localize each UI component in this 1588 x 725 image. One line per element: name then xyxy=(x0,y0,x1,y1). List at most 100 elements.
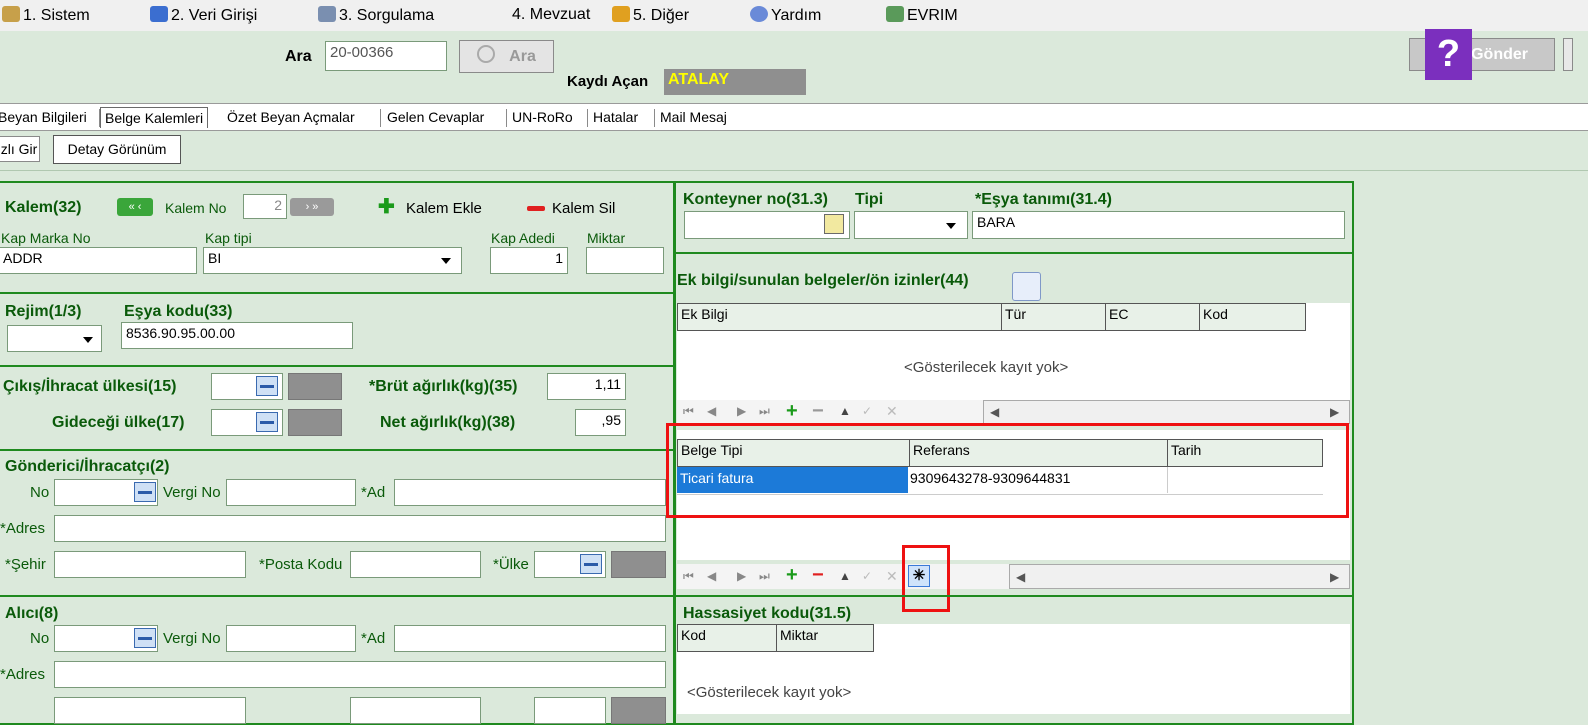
toolbar-extra-button[interactable] xyxy=(1563,38,1573,71)
scroll-left-icon[interactable]: ◀ xyxy=(990,405,999,419)
gonderici-adres-input[interactable] xyxy=(54,515,666,542)
subtab-hizli-gir[interactable]: zlı Gir xyxy=(0,136,40,162)
kalem-sil-button[interactable]: Kalem Sil xyxy=(552,200,615,217)
tab-un-roro[interactable]: UN-RoRo xyxy=(508,107,577,127)
menu-yardim[interactable]: Yardım xyxy=(750,6,821,25)
rejim-label: Rejim(1/3) xyxy=(5,303,82,320)
kalem-title: Kalem(32) xyxy=(5,199,82,216)
menu-sorgulama[interactable]: 3. Sorgulama xyxy=(318,6,434,25)
check-icon[interactable]: ✓ xyxy=(862,404,872,418)
scroll-left-icon[interactable]: ◀ xyxy=(1016,570,1025,584)
col-ek-bilgi[interactable]: Ek Bilgi xyxy=(677,303,1002,331)
kalem-no-input[interactable]: 2 xyxy=(243,194,287,219)
kap-tipi-select[interactable]: BI xyxy=(203,247,462,274)
tab-gelen-cevaplar[interactable]: Gelen Cevaplar xyxy=(383,107,488,127)
lookup-icon[interactable] xyxy=(134,482,156,502)
ekbilgi-scrollbar[interactable] xyxy=(983,400,1350,424)
belge-scrollbar[interactable] xyxy=(1009,564,1350,589)
add-record-icon[interactable]: + xyxy=(786,400,798,423)
kalem-prev-icon[interactable]: « ‹ xyxy=(117,198,153,216)
subtab-detay-gorunum[interactable]: Detay Görünüm xyxy=(53,135,181,164)
esya-tanimi-input[interactable]: BARA xyxy=(972,211,1345,239)
col-hassasiyet-miktar[interactable]: Miktar xyxy=(776,624,874,652)
kap-marka-input[interactable]: ADDR xyxy=(0,247,197,274)
minus-icon xyxy=(527,206,545,211)
esya-kodu-label: Eşya kodu(33) xyxy=(124,303,233,320)
up-icon[interactable]: ▲ xyxy=(839,404,851,418)
gonderici-posta-input[interactable] xyxy=(350,551,481,578)
gonderici-sehir-input[interactable] xyxy=(54,551,246,578)
search-button[interactable]: Ara xyxy=(459,40,554,73)
alici-vergi-label: Vergi No xyxy=(163,630,221,647)
kalem-panel xyxy=(0,181,676,294)
gidecegi-ulke-label: Gideceği ülke(17) xyxy=(52,414,185,431)
net-agirlik-input[interactable]: ,95 xyxy=(575,409,626,436)
cancel-icon[interactable]: ✕ xyxy=(886,403,898,420)
esya-kodu-input[interactable]: 8536.90.95.00.00 xyxy=(121,322,353,349)
search-label: Ara xyxy=(285,48,312,65)
gonderici-vergi-input[interactable] xyxy=(226,479,356,506)
next-record-icon[interactable]: ▶ xyxy=(737,404,746,418)
tab-ozet-beyan[interactable]: Özet Beyan Açmalar xyxy=(223,107,359,127)
up-icon[interactable]: ▲ xyxy=(839,569,851,583)
menu-veri-girisi[interactable]: 2. Veri Girişi xyxy=(150,6,257,25)
hassasiyet-title: Hassasiyet kodu(31.5) xyxy=(683,605,852,622)
gonderici-ulke-name xyxy=(611,551,666,578)
document-list-icon[interactable] xyxy=(1012,272,1041,301)
last-record-icon[interactable]: ⏭ xyxy=(759,569,770,584)
alici-ad-input[interactable] xyxy=(394,625,666,652)
menu-sistem[interactable]: 1. Sistem xyxy=(2,6,90,25)
tipi-label: Tipi xyxy=(855,191,884,208)
col-ec[interactable]: EC xyxy=(1105,303,1200,331)
last-record-icon[interactable]: ⏭ xyxy=(759,404,770,419)
delete-record-icon[interactable]: − xyxy=(812,564,824,587)
miktar-input[interactable] xyxy=(586,247,664,274)
tab-belge-kalemleri[interactable]: Belge Kalemleri xyxy=(100,107,209,128)
prev-record-icon[interactable]: ◀ xyxy=(707,569,716,583)
scroll-right-icon[interactable]: ▶ xyxy=(1330,570,1339,584)
delete-record-icon[interactable]: − xyxy=(812,400,824,423)
tab-mail-mesaj[interactable]: Mail Mesaj xyxy=(656,107,731,127)
menu-mevzuat[interactable]: 4. Mevzuat xyxy=(512,6,590,24)
check-icon[interactable]: ✓ xyxy=(862,569,872,583)
first-record-icon[interactable]: ⏮ xyxy=(683,404,694,419)
scroll-right-icon[interactable]: ▶ xyxy=(1330,405,1339,419)
gonderici-ad-input[interactable] xyxy=(394,479,666,506)
kalem-next-icon[interactable]: › » xyxy=(290,198,334,216)
alici-adres-label: *Adres xyxy=(0,666,46,683)
menu-bar: 1. Sistem 2. Veri Girişi 3. Sorgulama 4.… xyxy=(0,0,1588,31)
tab-beyan-bilgileri[interactable]: Beyan Bilgileri xyxy=(0,107,91,127)
lookup-icon[interactable] xyxy=(256,376,278,396)
help-question-icon[interactable]: ? xyxy=(1425,29,1472,80)
alici-adres-input[interactable] xyxy=(54,661,666,688)
menu-evrim[interactable]: EVRIM xyxy=(886,6,958,25)
next-record-icon[interactable]: ▶ xyxy=(737,569,746,583)
gonderici-vergi-label: Vergi No xyxy=(163,484,221,501)
menu-diger[interactable]: 5. Diğer xyxy=(612,6,689,25)
alici-no-label: No xyxy=(30,630,50,647)
alici-vergi-input[interactable] xyxy=(226,625,356,652)
col-hassasiyet-kod[interactable]: Kod xyxy=(677,624,777,652)
gonderici-ad-label: *Ad xyxy=(361,484,386,501)
search-input[interactable]: 20-00366 xyxy=(325,41,447,71)
tab-bar: Beyan Bilgileri Belge Kalemleri Özet Bey… xyxy=(0,103,1588,131)
col-kod[interactable]: Kod xyxy=(1199,303,1306,331)
lookup-icon[interactable] xyxy=(580,554,602,574)
cancel-icon[interactable]: ✕ xyxy=(886,568,898,585)
lookup-icon[interactable] xyxy=(256,412,278,432)
highlight-box xyxy=(666,423,1349,518)
evrim-icon xyxy=(886,6,904,22)
add-record-icon[interactable]: + xyxy=(786,564,798,587)
gidecegi-ulke-name xyxy=(288,409,342,436)
kap-adedi-input[interactable]: 1 xyxy=(490,247,568,274)
tab-hatalar[interactable]: Hatalar xyxy=(589,107,642,127)
kalem-ekle-button[interactable]: Kalem Ekle xyxy=(406,200,482,217)
col-tur[interactable]: Tür xyxy=(1001,303,1106,331)
prev-record-icon[interactable]: ◀ xyxy=(707,404,716,418)
lookup-icon[interactable] xyxy=(134,628,156,648)
edit-icon xyxy=(150,6,168,22)
opener-label: Kaydı Açan xyxy=(567,73,649,90)
edit-note-icon[interactable] xyxy=(824,214,844,234)
first-record-icon[interactable]: ⏮ xyxy=(683,569,694,584)
brut-agirlik-input[interactable]: 1,11 xyxy=(547,373,626,400)
